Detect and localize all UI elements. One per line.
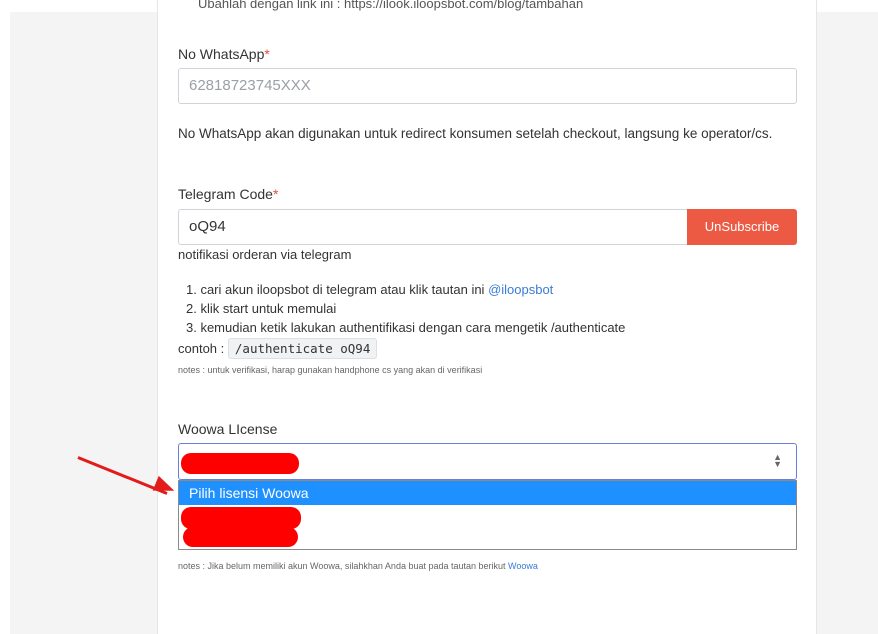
whatsapp-input[interactable]: 62818723745XXX — [178, 68, 797, 104]
woowa-license-dropdown: Pilih lisensi Woowa — [178, 480, 797, 550]
redacted-option[interactable] — [183, 527, 298, 547]
telegram-code-input[interactable]: oQ94 — [178, 209, 688, 245]
required-mark: * — [272, 186, 279, 202]
telegram-notes: notes : untuk verifikasi, harap gunakan … — [178, 365, 483, 375]
unsubscribe-button[interactable]: UnSubscribe — [687, 209, 797, 245]
redacted-value — [181, 453, 299, 474]
telegram-help: notifikasi orderan via telegram — [178, 247, 352, 262]
whatsapp-placeholder: 62818723745XXX — [189, 77, 311, 94]
telegram-step-2: 2. klik start untuk memulai — [186, 301, 337, 316]
required-mark: * — [264, 46, 270, 62]
whatsapp-help: No WhatsApp akan digunakan untuk redirec… — [178, 126, 773, 141]
example-code: /authenticate oQ94 — [227, 338, 378, 359]
telegram-step-1: 1. cari akun iloopsbot di telegram atau … — [186, 282, 553, 297]
telegram-step-3: 3. kemudian ketik lakukan authentifikasi… — [186, 320, 626, 335]
select-arrows-icon: ▲ ▼ — [773, 452, 782, 469]
redacted-option[interactable] — [181, 507, 301, 529]
whatsapp-label-text: No WhatsApp — [178, 46, 265, 62]
example-label: contoh : — [178, 341, 225, 356]
iloopsbot-link[interactable]: @iloopsbot — [488, 282, 553, 297]
woowa-link[interactable]: Woowa — [508, 561, 538, 571]
telegram-code-value: oQ94 — [189, 218, 226, 235]
telegram-label: Telegram Code* — [178, 186, 278, 202]
option-pilih-lisensi[interactable]: Pilih lisensi Woowa — [179, 481, 796, 505]
woowa-label: Woowa LIcense — [178, 421, 278, 437]
woowa-license-select[interactable]: ▲ ▼ — [178, 443, 797, 480]
example-row: contoh : /authenticate oQ94 — [178, 338, 378, 359]
whatsapp-label: No WhatsApp* — [178, 46, 270, 62]
woowa-notes: notes : Jika belum memiliki akun Woowa, … — [178, 561, 538, 571]
telegram-label-text: Telegram Code — [178, 186, 273, 202]
woowa-notes-text: notes : Jika belum memiliki akun Woowa, … — [178, 561, 509, 571]
top-partial-text: Ubahlah dengan link ini : https://ilook.… — [198, 0, 584, 11]
telegram-step-1-text: 1. cari akun iloopsbot di telegram atau … — [186, 282, 489, 297]
